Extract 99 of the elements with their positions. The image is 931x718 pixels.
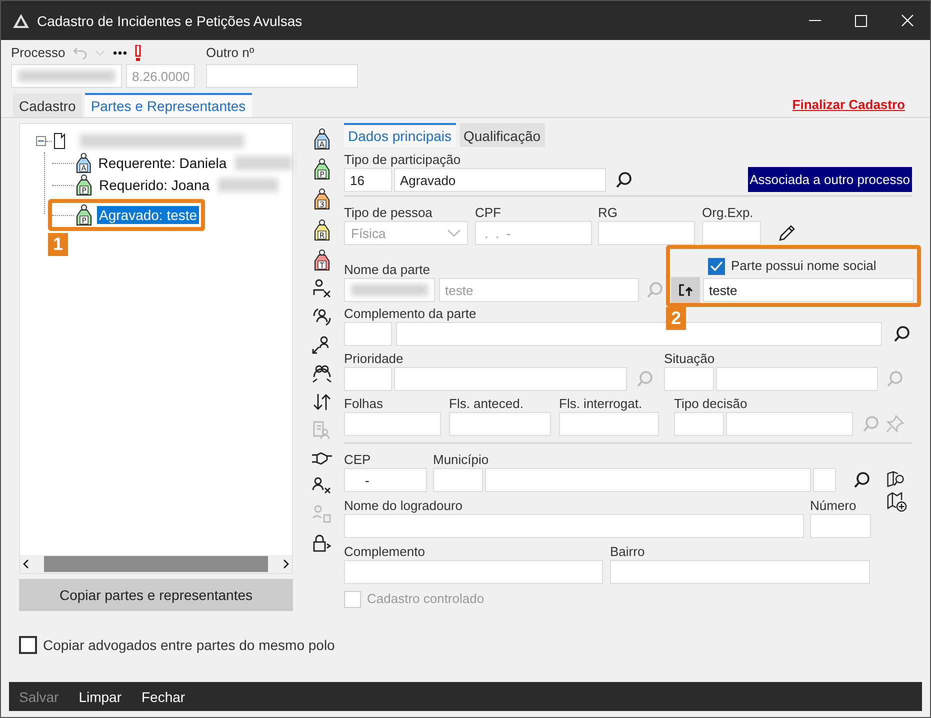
input-field[interactable]	[206, 64, 358, 88]
alert-icon[interactable]	[135, 45, 142, 61]
input-field[interactable]	[813, 468, 836, 492]
tree-item[interactable]: Agravado: teste	[97, 206, 200, 224]
input-field[interactable]	[344, 412, 441, 436]
copy-name-button[interactable]	[671, 277, 700, 303]
field-label: Complemento da parte	[344, 306, 476, 322]
lock-arrow-icon[interactable]	[311, 532, 333, 553]
person-remove-icon[interactable]	[311, 278, 333, 299]
field-label: CPF	[475, 205, 501, 221]
copy-lawyers-checkbox[interactable]: Copiar advogados entre partes do mesmo polo	[1, 634, 930, 656]
field-label: Prioridade	[344, 351, 404, 367]
person-copy-icon[interactable]	[311, 504, 333, 524]
undo-icon[interactable]	[73, 47, 88, 59]
input-field[interactable]	[344, 560, 603, 584]
scrollbar-thumb[interactable]	[44, 556, 268, 572]
tab[interactable]: Cadastro	[13, 93, 82, 117]
bracket-arrow-icon	[678, 283, 694, 297]
scroll-right-icon[interactable]	[282, 559, 290, 569]
status-badge: Associada a outro processo	[748, 167, 912, 192]
finalize-link[interactable]: Finalizar Cadastro	[792, 97, 905, 112]
tab[interactable]: Partes e Representantes	[84, 93, 252, 117]
field-label: Bairro	[610, 544, 645, 560]
search-icon[interactable]	[853, 471, 871, 489]
field-label: Número	[810, 498, 856, 514]
input-field[interactable]: Agravado	[394, 168, 606, 192]
caret-icon[interactable]	[95, 50, 106, 56]
person-rotate-icon[interactable]	[311, 307, 333, 328]
search-icon[interactable]	[615, 171, 633, 189]
checkbox-label: Cadastro controlado	[367, 591, 484, 607]
input-field[interactable]	[716, 367, 878, 391]
window-title: Cadastro de Incidentes e Petições Avulsas	[37, 12, 304, 28]
input-field[interactable]	[559, 412, 659, 436]
annotation-number: 2	[666, 307, 686, 330]
field-label: Tipo de participação	[344, 152, 461, 168]
input-field[interactable]	[394, 367, 627, 391]
horizontal-scrollbar[interactable]	[20, 555, 292, 573]
app-logo-icon	[13, 14, 29, 28]
input-field[interactable]	[396, 322, 882, 346]
input-field[interactable]	[433, 468, 483, 492]
field-label: Situação	[664, 351, 715, 367]
input-field[interactable]: teste	[703, 278, 914, 302]
footer-button[interactable]: Limpar	[78, 688, 122, 704]
checkbox-label: Parte possui nome social	[731, 258, 876, 274]
pencil-icon[interactable]	[777, 223, 797, 243]
search-icon[interactable]	[893, 325, 911, 343]
field-label: Município	[433, 452, 489, 468]
collapse-icon[interactable]	[36, 136, 46, 146]
field-label: Complemento	[344, 544, 425, 560]
input-field[interactable]	[344, 367, 392, 391]
input-field[interactable]	[610, 560, 870, 584]
field-label: Outro nº	[206, 45, 254, 61]
minimize-icon	[809, 20, 821, 22]
input-field[interactable]	[726, 412, 853, 436]
field-label: CEP	[344, 452, 371, 468]
input-field[interactable]	[598, 221, 695, 245]
caret-icon	[447, 229, 461, 237]
map-add-icon[interactable]	[887, 491, 907, 513]
tab[interactable]: Dados principais	[344, 123, 456, 147]
checkbox[interactable]	[708, 258, 725, 274]
document-icon	[54, 133, 66, 149]
field-label: Tipo de pessoa	[344, 205, 432, 221]
tree-item[interactable]: Requerente: Daniela	[96, 154, 229, 172]
swap-arrows-icon[interactable]	[311, 392, 333, 412]
input-field[interactable]	[664, 367, 714, 391]
tab[interactable]: Qualificação	[460, 123, 545, 147]
input-field[interactable]	[702, 221, 761, 245]
social-name-checkbox[interactable]: Parte possui nome social	[708, 257, 876, 275]
field-label: Fls. interrogat.	[559, 396, 642, 412]
field-label: Org.Exp.	[702, 205, 754, 221]
more-icon[interactable]	[113, 51, 128, 55]
field-label: Nome do logradouro	[344, 498, 463, 514]
field-label: Fls. anteced.	[449, 396, 524, 412]
maximize-icon	[855, 14, 867, 26]
pin-icon[interactable]	[886, 415, 904, 433]
copy-parties-button[interactable]: Copiar partes e representantes	[19, 579, 293, 611]
field-label: Folhas	[344, 396, 384, 412]
field-label: Tipo decisão	[674, 396, 748, 412]
input-field[interactable]	[674, 412, 724, 436]
footer-button[interactable]: Fechar	[141, 688, 186, 704]
close-icon	[900, 14, 914, 27]
checkbox[interactable]	[19, 636, 37, 654]
field-label: Nome da parte	[344, 262, 430, 278]
blurred-text	[218, 178, 278, 192]
input-field[interactable]: -	[344, 468, 427, 492]
location-search-icon[interactable]	[886, 470, 906, 490]
input-field[interactable]	[810, 514, 871, 538]
checkbox-label: Copiar advogados entre partes do mesmo polo	[43, 637, 335, 653]
annotation-number: 1	[48, 233, 68, 256]
input-field[interactable]	[344, 322, 392, 346]
input-field[interactable]	[344, 514, 804, 538]
input-field[interactable]: 16	[344, 168, 392, 192]
people-swap-icon[interactable]	[311, 364, 333, 384]
input-field[interactable]	[485, 468, 811, 492]
tree-item[interactable]: Requerido: Joana	[97, 176, 212, 194]
input-field[interactable]	[449, 412, 551, 436]
scroll-left-icon[interactable]	[22, 559, 30, 569]
field-label: Processo	[11, 45, 66, 61]
field-label: RG	[598, 205, 618, 221]
